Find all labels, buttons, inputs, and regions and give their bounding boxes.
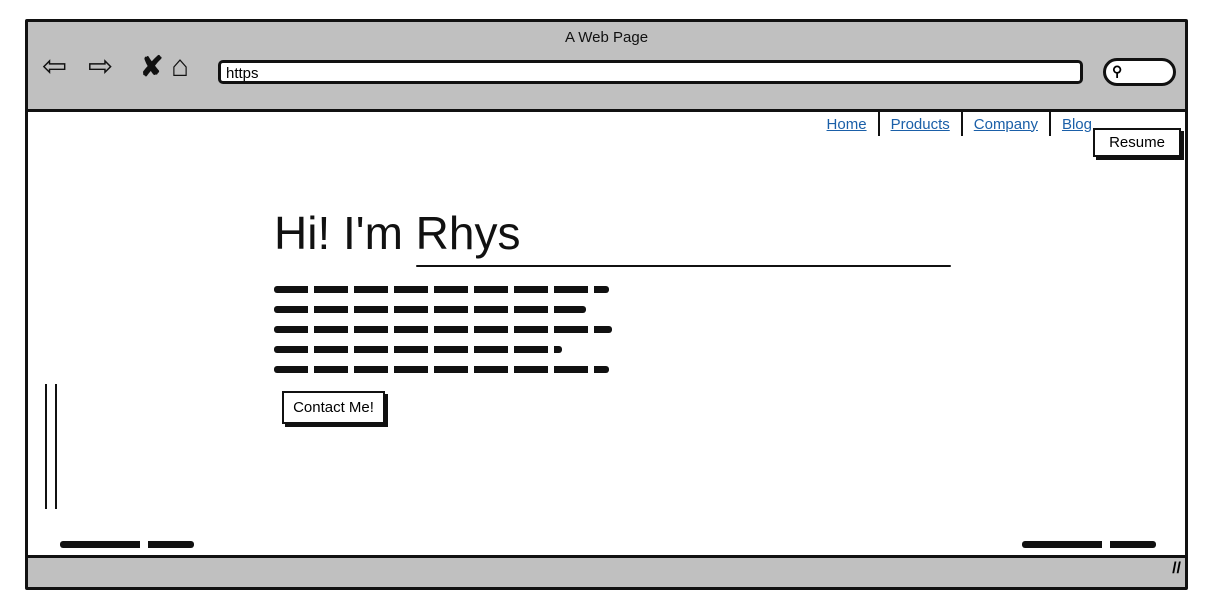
- window-title: A Web Page: [564, 29, 649, 46]
- resume-button[interactable]: Resume: [1093, 128, 1181, 157]
- placeholder-text-line: [274, 346, 562, 353]
- url-input[interactable]: https: [218, 60, 1083, 84]
- contact-button[interactable]: Contact Me!: [282, 391, 385, 424]
- top-nav: Home Products Company Blog: [816, 112, 1103, 136]
- nav-link-company[interactable]: Company: [963, 116, 1049, 133]
- heading-underline: [416, 265, 951, 267]
- forward-arrow-icon[interactable]: ⇨: [88, 50, 113, 84]
- placeholder-text-line: [274, 326, 612, 333]
- resize-grip-icon[interactable]: //: [1172, 560, 1181, 578]
- home-icon[interactable]: ⌂: [171, 50, 189, 84]
- footer-text-left: [60, 541, 194, 548]
- search-input[interactable]: ⚲: [1103, 58, 1176, 86]
- nav-link-products[interactable]: Products: [880, 116, 961, 133]
- browser-toolbar: A Web Page ⇦ ⇨ ✘ ⌂ https ⚲: [28, 22, 1185, 112]
- placeholder-text-line: [274, 306, 586, 313]
- browser-window: A Web Page ⇦ ⇨ ✘ ⌂ https ⚲ //: [25, 19, 1188, 590]
- placeholder-text-line: [274, 366, 609, 373]
- nav-link-home[interactable]: Home: [816, 116, 878, 133]
- placeholder-text-line: [274, 286, 609, 293]
- hero-heading: Hi! I'm Rhys: [274, 207, 521, 259]
- back-arrow-icon[interactable]: ⇦: [42, 50, 67, 84]
- search-icon: ⚲: [1112, 63, 1123, 79]
- close-icon[interactable]: ✘: [140, 50, 163, 84]
- scrollbar[interactable]: [45, 384, 57, 509]
- status-bar: //: [28, 555, 1185, 587]
- footer-text-right: [1022, 541, 1156, 548]
